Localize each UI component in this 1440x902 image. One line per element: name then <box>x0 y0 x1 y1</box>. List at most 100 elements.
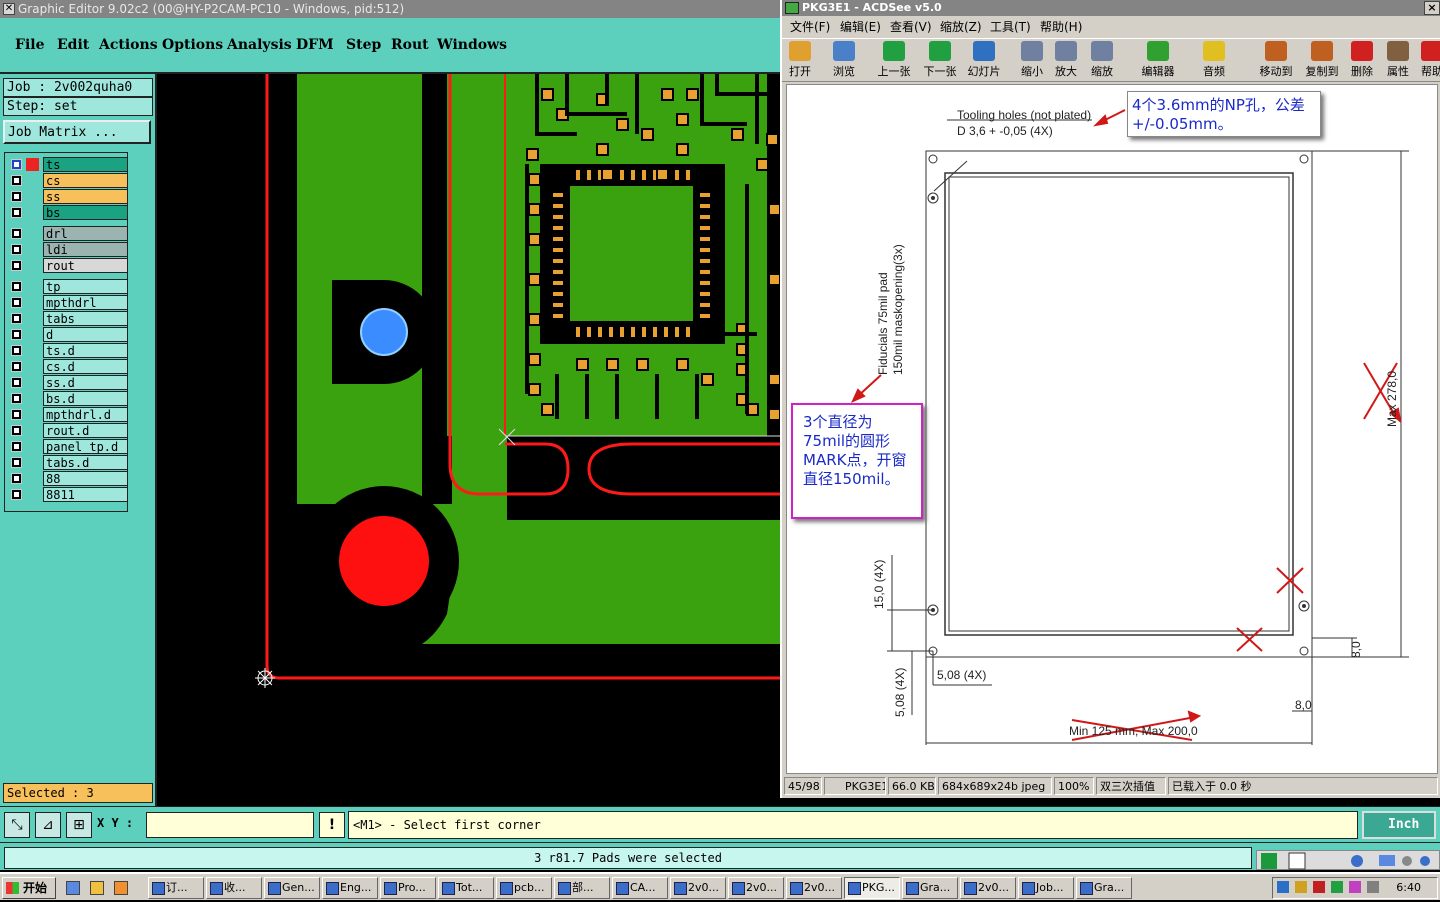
layer-name[interactable]: tp <box>43 279 128 294</box>
menu-edit[interactable]: Edit <box>57 37 89 53</box>
acd-menu-view[interactable]: 查看(V) <box>890 17 932 37</box>
layer-checkbox[interactable] <box>11 361 22 372</box>
layer-checkbox[interactable] <box>11 175 22 186</box>
layer-row-88[interactable]: 88 <box>8 471 128 486</box>
layer-row-rout[interactable]: rout <box>8 258 128 273</box>
menu-step[interactable]: Step <box>346 37 381 53</box>
layer-name[interactable]: ss <box>43 189 128 204</box>
ime-toolbar[interactable] <box>1256 850 1440 870</box>
taskbar-button[interactable]: PKG... <box>844 877 900 899</box>
acd-menu-edit[interactable]: 编辑(E) <box>840 17 881 37</box>
taskbar-button[interactable]: Gen... <box>264 877 320 899</box>
start-button[interactable]: 开始 <box>2 877 56 899</box>
image-viewer[interactable]: Tooling holes (not plated) D 3,6 + -0,05… <box>786 84 1438 774</box>
toolbar-next-button[interactable]: 下一张 <box>920 41 960 81</box>
toolbar-copy-to-button[interactable]: 复制到 <box>1302 41 1342 81</box>
layer-row-tabs-d[interactable]: tabs.d <box>8 455 128 470</box>
layer-name[interactable]: 8811 <box>43 487 128 502</box>
graphic-editor-titlebar[interactable]: ✕ Graphic Editor 9.02c2 (00@HY-P2CAM-PC1… <box>0 0 780 18</box>
toolbar-open-button[interactable]: 打开 <box>780 41 820 81</box>
layer-checkbox[interactable] <box>11 377 22 388</box>
taskbar-button[interactable]: 2v0... <box>960 877 1016 899</box>
layer-row-cs[interactable]: cs <box>8 173 128 188</box>
toolbar-zoom-button[interactable]: 缩放 <box>1082 41 1122 81</box>
layer-name[interactable]: tabs <box>43 311 128 326</box>
layer-name[interactable]: mpthdrl.d <box>43 407 128 422</box>
layer-row-drl[interactable]: drl <box>8 226 128 241</box>
outlook-icon[interactable] <box>90 881 104 895</box>
layer-checkbox[interactable] <box>11 345 22 356</box>
taskbar-button[interactable]: 2v0... <box>786 877 842 899</box>
layer-checkbox[interactable] <box>11 393 22 404</box>
layer-checkbox[interactable] <box>11 159 22 170</box>
layer-row-tp[interactable]: tp <box>8 279 128 294</box>
toolbar-previous-button[interactable]: 上一张 <box>874 41 914 81</box>
layer-row-d[interactable]: d <box>8 327 128 342</box>
taskbar-button[interactable]: 2v0... <box>670 877 726 899</box>
menu-rout[interactable]: Rout <box>391 37 429 53</box>
layer-name[interactable]: mpthdrl <box>43 295 128 310</box>
layer-row-rout-d[interactable]: rout.d <box>8 423 128 438</box>
layer-name[interactable]: ss.d <box>43 375 128 390</box>
layer-row-cs-d[interactable]: cs.d <box>8 359 128 374</box>
menu-dfm[interactable]: DFM <box>296 37 334 53</box>
layer-name[interactable]: ldi <box>43 242 128 257</box>
taskbar-button[interactable]: 2v0... <box>728 877 784 899</box>
layer-row-ldi[interactable]: ldi <box>8 242 128 257</box>
menu-options[interactable]: Options <box>162 37 223 53</box>
taskbar-button[interactable]: 收... <box>206 877 262 899</box>
acd-menu-tools[interactable]: 工具(T) <box>990 17 1031 37</box>
layer-checkbox[interactable] <box>11 457 22 468</box>
layer-checkbox[interactable] <box>11 409 22 420</box>
layer-checkbox[interactable] <box>11 297 22 308</box>
layer-checkbox[interactable] <box>11 191 22 202</box>
layer-row-mpthdrl-d[interactable]: mpthdrl.d <box>8 407 128 422</box>
layer-row-ts[interactable]: ts <box>8 157 128 172</box>
toolbar-browse-button[interactable]: 浏览 <box>824 41 864 81</box>
menu-analysis[interactable]: Analysis <box>227 37 292 53</box>
exclamation-button[interactable]: ! <box>319 812 345 838</box>
layer-row-ss[interactable]: ss <box>8 189 128 204</box>
toolbar-audio-button[interactable]: 音频 <box>1194 41 1234 81</box>
layer-checkbox[interactable] <box>11 281 22 292</box>
acd-menu-help[interactable]: 帮助(H) <box>1040 17 1082 37</box>
layer-name[interactable]: panel_tp.d <box>43 439 128 454</box>
taskbar-button[interactable]: Job... <box>1018 877 1074 899</box>
job-matrix-button[interactable]: Job Matrix ... <box>3 120 151 144</box>
layer-row-tabs[interactable]: tabs <box>8 311 128 326</box>
layer-name[interactable]: bs <box>43 205 128 220</box>
layer-row-ss-d[interactable]: ss.d <box>8 375 128 390</box>
layer-row-bs-d[interactable]: bs.d <box>8 391 128 406</box>
xy-input[interactable] <box>146 812 314 838</box>
media-icon[interactable] <box>114 881 128 895</box>
menu-file[interactable]: File <box>15 37 44 53</box>
layer-checkbox[interactable] <box>11 473 22 484</box>
acdsee-titlebar[interactable]: PKG3E1 - ACDSee v5.0 × <box>782 0 1440 16</box>
taskbar-button[interactable]: pcb... <box>496 877 552 899</box>
menu-windows[interactable]: Windows <box>437 37 507 53</box>
layer-name[interactable]: cs <box>43 173 128 188</box>
layer-row-ts-d[interactable]: ts.d <box>8 343 128 358</box>
layer-checkbox[interactable] <box>11 228 22 239</box>
layer-name[interactable]: rout.d <box>43 423 128 438</box>
layer-checkbox[interactable] <box>11 489 22 500</box>
layer-name[interactable]: ts <box>43 157 128 172</box>
toolbar-help-button[interactable]: 帮助 <box>1412 41 1440 81</box>
acd-menu-zoom[interactable]: 缩放(Z) <box>940 17 982 37</box>
layer-name[interactable]: drl <box>43 226 128 241</box>
layer-checkbox[interactable] <box>11 244 22 255</box>
taskbar-button[interactable]: Eng... <box>322 877 378 899</box>
layer-row-panel-tp-d[interactable]: panel_tp.d <box>8 439 128 454</box>
taskbar-button[interactable]: Gra... <box>902 877 958 899</box>
taskbar-button[interactable]: Gra... <box>1076 877 1132 899</box>
toolbar-move-to-button[interactable]: 移动到 <box>1256 41 1296 81</box>
toolbar-delete-button[interactable]: 删除 <box>1342 41 1382 81</box>
acd-menu-file[interactable]: 文件(F) <box>790 17 830 37</box>
layer-row-mpthdrl[interactable]: mpthdrl <box>8 295 128 310</box>
layer-name[interactable]: cs.d <box>43 359 128 374</box>
toolbar-slideshow-button[interactable]: 幻灯片 <box>964 41 1004 81</box>
units-button[interactable]: Inch <box>1362 811 1436 839</box>
zoom-box-icon[interactable]: ⤡ <box>4 812 30 838</box>
pcb-canvas[interactable] <box>157 74 780 806</box>
layer-checkbox[interactable] <box>11 313 22 324</box>
